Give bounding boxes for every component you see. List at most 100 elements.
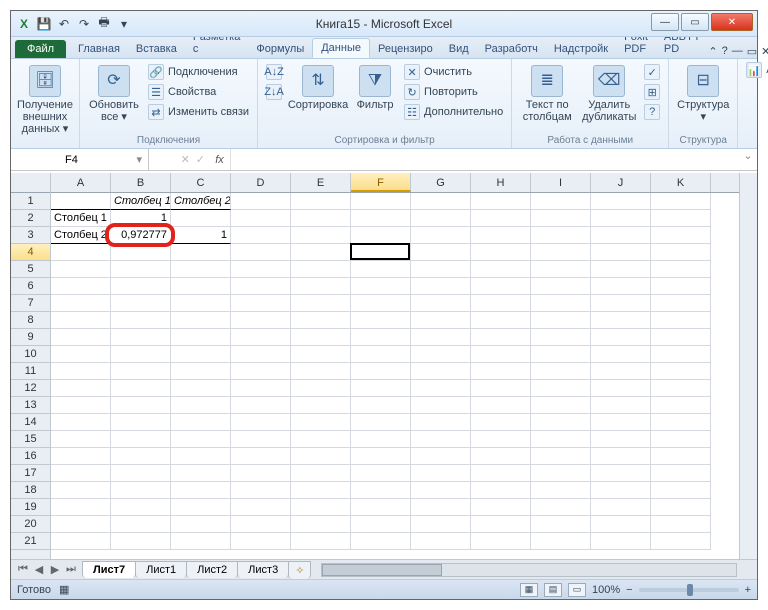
tab-data[interactable]: Данные: [312, 38, 370, 58]
row-header-19[interactable]: 19: [11, 499, 50, 516]
cell-J2[interactable]: [591, 210, 651, 227]
cell-F18[interactable]: [351, 482, 411, 499]
cell-F11[interactable]: [351, 363, 411, 380]
cell-A15[interactable]: [51, 431, 111, 448]
tab-developer[interactable]: Разработч: [477, 40, 546, 58]
cell-F17[interactable]: [351, 465, 411, 482]
cell-E15[interactable]: [291, 431, 351, 448]
cell-G9[interactable]: [411, 329, 471, 346]
cell-K1[interactable]: [651, 193, 711, 210]
cell-G3[interactable]: [411, 227, 471, 244]
cell-B7[interactable]: [111, 295, 171, 312]
cell-A5[interactable]: [51, 261, 111, 278]
cell-I15[interactable]: [531, 431, 591, 448]
cell-E6[interactable]: [291, 278, 351, 295]
cell-F15[interactable]: [351, 431, 411, 448]
col-header-H[interactable]: H: [471, 173, 531, 192]
cell-A9[interactable]: [51, 329, 111, 346]
cell-I18[interactable]: [531, 482, 591, 499]
undo-icon[interactable]: ↶: [55, 15, 73, 33]
cell-H13[interactable]: [471, 397, 531, 414]
cell-E16[interactable]: [291, 448, 351, 465]
cell-I20[interactable]: [531, 516, 591, 533]
cell-J4[interactable]: [591, 244, 651, 261]
cell-G14[interactable]: [411, 414, 471, 431]
cell-E12[interactable]: [291, 380, 351, 397]
cell-B12[interactable]: [111, 380, 171, 397]
cell-B20[interactable]: [111, 516, 171, 533]
cell-D17[interactable]: [231, 465, 291, 482]
cell-G18[interactable]: [411, 482, 471, 499]
cell-E3[interactable]: [291, 227, 351, 244]
cell-I19[interactable]: [531, 499, 591, 516]
get-external-data-button[interactable]: 🗄 Получение внешних данных ▾: [17, 61, 73, 135]
cell-E20[interactable]: [291, 516, 351, 533]
edit-links-button[interactable]: ⇄Изменить связи: [146, 103, 251, 121]
save-icon[interactable]: 💾: [35, 15, 53, 33]
view-pagebreak-button[interactable]: ▭: [568, 583, 586, 597]
cell-G15[interactable]: [411, 431, 471, 448]
ribbon-minimize-icon[interactable]: ⌃: [708, 45, 717, 58]
outline-button[interactable]: ⊟ Структура ▾: [675, 61, 731, 123]
cell-C8[interactable]: [171, 312, 231, 329]
cell-J3[interactable]: [591, 227, 651, 244]
cell-F12[interactable]: [351, 380, 411, 397]
cell-H21[interactable]: [471, 533, 531, 550]
sort-button[interactable]: ⇅ Сортировка: [288, 61, 348, 111]
data-analysis-button[interactable]: 📊Анализ данных: [744, 61, 768, 79]
properties-button[interactable]: ☰Свойства: [146, 83, 251, 101]
cell-H9[interactable]: [471, 329, 531, 346]
cell-A21[interactable]: [51, 533, 111, 550]
cell-J21[interactable]: [591, 533, 651, 550]
cell-F21[interactable]: [351, 533, 411, 550]
cell-C9[interactable]: [171, 329, 231, 346]
cell-E19[interactable]: [291, 499, 351, 516]
cell-E4[interactable]: [291, 244, 351, 261]
cell-C16[interactable]: [171, 448, 231, 465]
cell-F16[interactable]: [351, 448, 411, 465]
col-header-K[interactable]: K: [651, 173, 711, 192]
row-header-16[interactable]: 16: [11, 448, 50, 465]
refresh-all-button[interactable]: ⟳ Обновить все ▾: [86, 61, 142, 123]
cell-H14[interactable]: [471, 414, 531, 431]
row-header-14[interactable]: 14: [11, 414, 50, 431]
workbook-close-icon[interactable]: ✕: [761, 45, 768, 58]
tab-formulas[interactable]: Формулы: [248, 40, 312, 58]
row-header-2[interactable]: 2: [11, 210, 50, 227]
cell-H5[interactable]: [471, 261, 531, 278]
cell-H15[interactable]: [471, 431, 531, 448]
cell-C19[interactable]: [171, 499, 231, 516]
cell-G12[interactable]: [411, 380, 471, 397]
cell-A18[interactable]: [51, 482, 111, 499]
cell-D4[interactable]: [231, 244, 291, 261]
col-header-B[interactable]: B: [111, 173, 171, 192]
cell-G4[interactable]: [411, 244, 471, 261]
minimize-button[interactable]: —: [651, 13, 679, 31]
cell-I13[interactable]: [531, 397, 591, 414]
row-header-5[interactable]: 5: [11, 261, 50, 278]
cell-A10[interactable]: [51, 346, 111, 363]
cell-H1[interactable]: [471, 193, 531, 210]
tab-home[interactable]: Главная: [70, 40, 128, 58]
reapply-filter-button[interactable]: ↻Повторить: [402, 83, 505, 101]
cell-C14[interactable]: [171, 414, 231, 431]
cell-F6[interactable]: [351, 278, 411, 295]
cell-E10[interactable]: [291, 346, 351, 363]
cell-K19[interactable]: [651, 499, 711, 516]
new-sheet-button[interactable]: ✧: [288, 561, 311, 579]
cell-B13[interactable]: [111, 397, 171, 414]
cell-D5[interactable]: [231, 261, 291, 278]
cell-E1[interactable]: [291, 193, 351, 210]
cell-D9[interactable]: [231, 329, 291, 346]
cell-H8[interactable]: [471, 312, 531, 329]
cell-D19[interactable]: [231, 499, 291, 516]
cell-I11[interactable]: [531, 363, 591, 380]
cell-A19[interactable]: [51, 499, 111, 516]
cell-E14[interactable]: [291, 414, 351, 431]
cell-F9[interactable]: [351, 329, 411, 346]
workbook-restore-icon[interactable]: ▭: [747, 45, 757, 58]
cell-B11[interactable]: [111, 363, 171, 380]
cell-I1[interactable]: [531, 193, 591, 210]
cell-B17[interactable]: [111, 465, 171, 482]
cell-H6[interactable]: [471, 278, 531, 295]
